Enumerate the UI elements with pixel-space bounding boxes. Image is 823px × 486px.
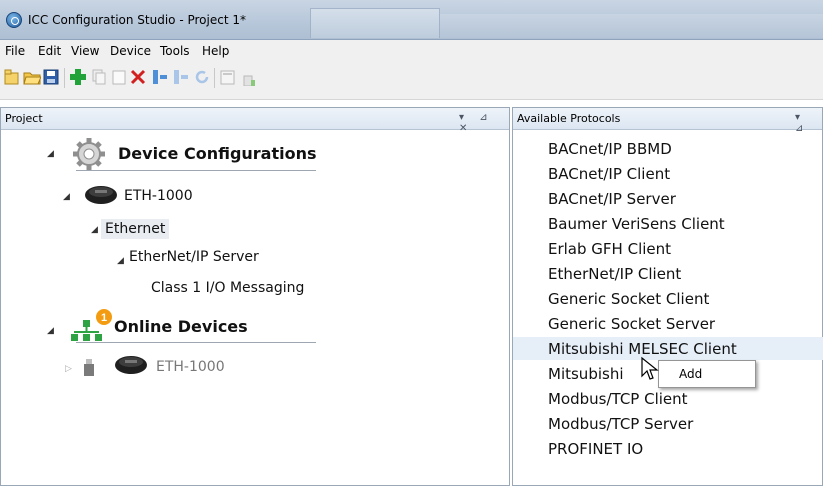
context-menu-add[interactable]: Add bbox=[679, 367, 702, 381]
collapse-arrow-icon[interactable]: ◢ bbox=[63, 192, 70, 202]
tree-device-eth1000[interactable]: ETH-1000 bbox=[124, 188, 193, 204]
new-icon[interactable] bbox=[3, 68, 21, 86]
panel-pin-icon[interactable]: ▾ ⊿ bbox=[795, 112, 822, 134]
menu-help[interactable]: Help bbox=[202, 44, 229, 58]
toolbar-separator bbox=[214, 68, 215, 88]
divider bbox=[76, 170, 316, 171]
project-panel-header: Project ▾ ⊿ ✕ bbox=[1, 108, 509, 134]
context-menu: Add bbox=[658, 360, 756, 388]
protocols-panel: Available Protocols ▾ ⊿ BACnet/IP BBMD B… bbox=[512, 107, 823, 486]
panel-pin-close-icon[interactable]: ▾ ⊿ ✕ bbox=[459, 112, 509, 134]
add-icon[interactable] bbox=[69, 68, 87, 86]
protocol-item[interactable]: Generic Socket Client bbox=[548, 290, 709, 308]
protocol-item[interactable]: BACnet/IP BBMD bbox=[548, 140, 672, 158]
toolbar-separator bbox=[64, 68, 65, 88]
protocol-item[interactable]: BACnet/IP Client bbox=[548, 165, 670, 183]
protocol-item[interactable]: Modbus/TCP Client bbox=[548, 390, 688, 408]
save-icon[interactable] bbox=[42, 68, 60, 86]
toolbar bbox=[0, 62, 823, 100]
delete-icon[interactable] bbox=[129, 68, 147, 86]
expand-arrow-icon[interactable]: ▷ bbox=[65, 364, 72, 374]
collapse-arrow-icon[interactable]: ◢ bbox=[47, 149, 54, 159]
protocol-item[interactable]: Generic Socket Server bbox=[548, 315, 715, 333]
protocols-panel-title: Available Protocols bbox=[517, 112, 621, 125]
collapse-arrow-icon[interactable]: ◢ bbox=[47, 326, 54, 336]
properties-icon[interactable] bbox=[219, 68, 237, 86]
window-title: ICC Configuration Studio - Project 1* bbox=[28, 13, 246, 27]
protocol-item[interactable]: Baumer VeriSens Client bbox=[548, 215, 725, 233]
menu-device[interactable]: Device bbox=[110, 44, 151, 58]
download-icon[interactable] bbox=[240, 68, 258, 86]
collapse-arrow-icon[interactable]: ◢ bbox=[117, 256, 124, 266]
menu-view[interactable]: View bbox=[71, 44, 99, 58]
project-panel-title: Project bbox=[5, 112, 43, 125]
protocol-item[interactable]: BACnet/IP Server bbox=[548, 190, 676, 208]
menu-bar: File Edit View Device Tools Help bbox=[0, 40, 823, 62]
gear-icon bbox=[73, 138, 105, 170]
tree-class1-messaging[interactable]: Class 1 I/O Messaging bbox=[151, 280, 304, 296]
title-bar: ICC Configuration Studio - Project 1* bbox=[0, 0, 823, 40]
project-panel: Project ▾ ⊿ ✕ ◢ Device Configurations ◢ … bbox=[0, 107, 510, 486]
move-up-icon[interactable] bbox=[151, 68, 169, 86]
protocol-item[interactable]: Erlab GFH Client bbox=[548, 240, 671, 258]
background-window-tab bbox=[310, 8, 440, 38]
usb-icon bbox=[84, 359, 94, 376]
mouse-cursor-icon bbox=[641, 356, 659, 380]
menu-tools[interactable]: Tools bbox=[160, 44, 190, 58]
app-icon bbox=[6, 12, 22, 28]
refresh-icon[interactable] bbox=[193, 68, 211, 86]
device-icon bbox=[115, 356, 147, 374]
move-down-icon[interactable] bbox=[172, 68, 190, 86]
tree-ethernetip-server[interactable]: EtherNet/IP Server bbox=[129, 249, 259, 265]
protocol-item[interactable]: PROFINET IO bbox=[548, 440, 643, 458]
menu-edit[interactable]: Edit bbox=[38, 44, 61, 58]
open-folder-icon[interactable] bbox=[23, 68, 41, 86]
online-badge-count: 1 bbox=[101, 312, 107, 324]
menu-file[interactable]: File bbox=[5, 44, 25, 58]
tree-online-devices[interactable]: Online Devices bbox=[114, 317, 248, 336]
tree-online-device-eth1000[interactable]: ETH-1000 bbox=[156, 359, 225, 375]
copy-icon[interactable] bbox=[90, 68, 108, 86]
paste-icon[interactable] bbox=[110, 68, 128, 86]
protocol-item[interactable]: EtherNet/IP Client bbox=[548, 265, 681, 283]
tree-device-configurations[interactable]: Device Configurations bbox=[118, 144, 317, 163]
protocols-panel-header: Available Protocols ▾ ⊿ bbox=[513, 108, 822, 134]
divider bbox=[76, 342, 316, 343]
background-window-area bbox=[440, 14, 823, 38]
protocol-item[interactable]: Mitsubishi bbox=[548, 365, 624, 383]
collapse-arrow-icon[interactable]: ◢ bbox=[91, 225, 98, 235]
tree-ethernet[interactable]: Ethernet bbox=[101, 219, 170, 239]
device-icon bbox=[85, 186, 117, 204]
protocol-item[interactable]: Modbus/TCP Server bbox=[548, 415, 693, 433]
